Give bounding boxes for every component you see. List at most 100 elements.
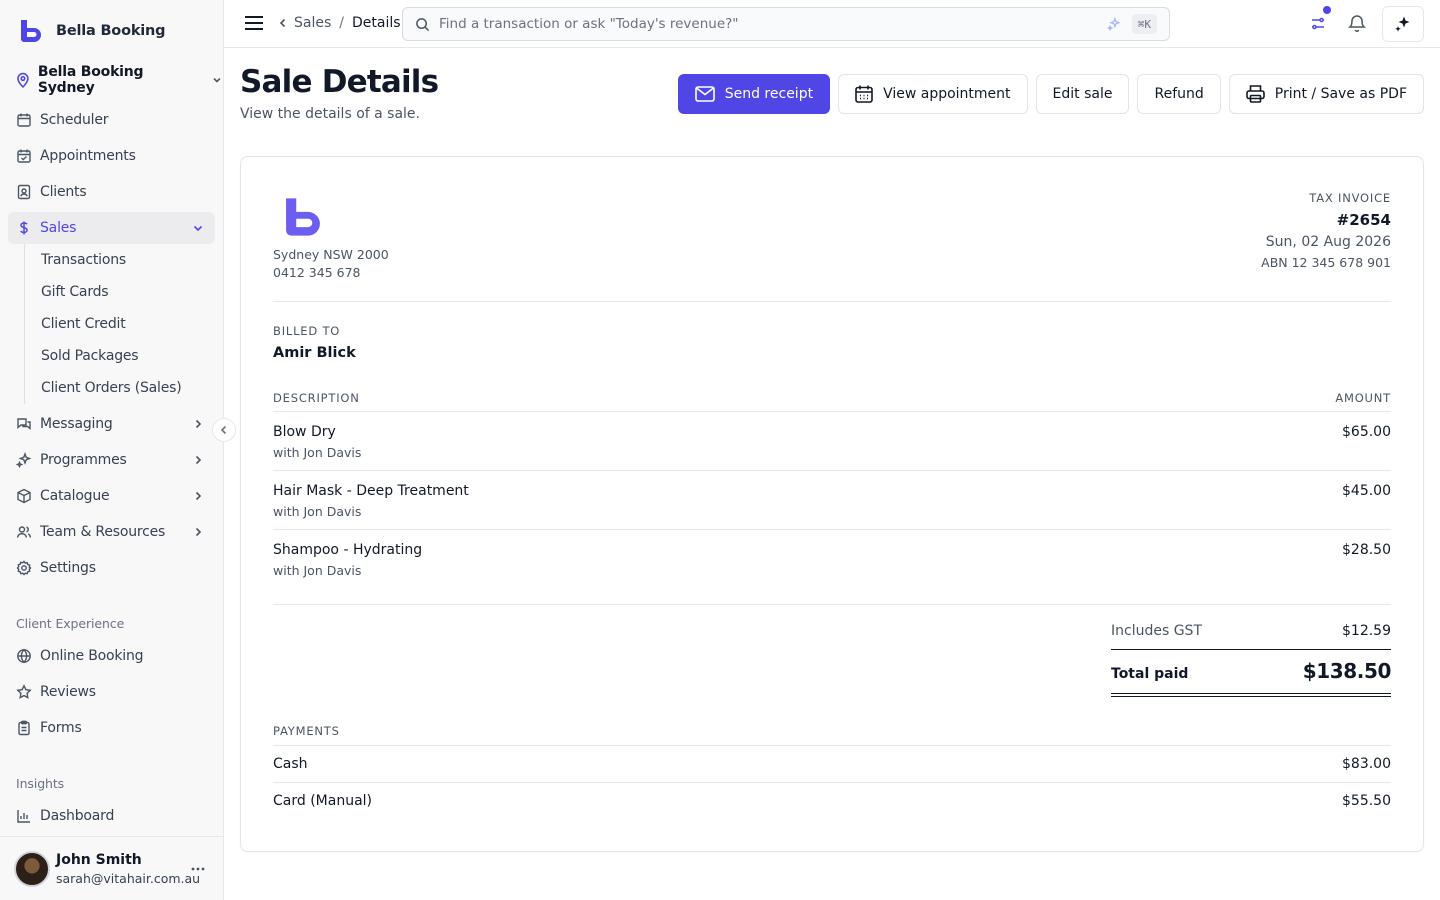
sidebar-item-appointments[interactable]: Appointments (8, 140, 215, 172)
user-name: John Smith (56, 852, 142, 868)
sales-sub-sold-packages[interactable]: Sold Packages (25, 340, 215, 372)
sidebar-item-reviews[interactable]: Reviews (8, 676, 215, 708)
refund-button[interactable]: Refund (1137, 74, 1221, 114)
divider (273, 301, 1391, 302)
payment-method: Cash (273, 756, 308, 772)
sidebar-item-label: Messaging (40, 416, 113, 432)
brand-logo-icon (21, 20, 41, 42)
search-bar[interactable]: ⌘K (402, 7, 1170, 41)
business-logo-icon (286, 198, 320, 236)
gear-icon (16, 560, 32, 576)
divider (273, 604, 1391, 605)
main-nav: Scheduler Appointments Clients Sales (8, 104, 215, 244)
user-email: sarah@vitahair.com.au (56, 871, 201, 886)
sidebar-item-team-resources[interactable]: Team & Resources (8, 516, 215, 548)
location-selector[interactable]: Bella Booking Sydney (16, 64, 223, 96)
send-receipt-button[interactable]: Send receipt (677, 74, 831, 114)
notifications-button[interactable] (1348, 13, 1366, 33)
breadcrumb-sales-link[interactable]: Sales (278, 15, 331, 31)
chevron-left-icon (279, 18, 286, 28)
sidebar-item-catalogue[interactable]: Catalogue (8, 480, 215, 512)
sidebar-item-label: Scheduler (40, 112, 109, 128)
line-item-amount: $65.00 (1342, 424, 1391, 440)
invoice-date: Sun, 02 Aug 2026 (1265, 234, 1391, 250)
location-name: Bella Booking Sydney (37, 64, 144, 96)
line-item: Shampoo - Hydrating with Jon Davis $28.5… (273, 529, 1391, 588)
view-appointment-label: View appointment (883, 86, 1011, 102)
bar-chart-icon (17, 810, 30, 823)
sidebar-item-dashboard[interactable]: Dashboard (8, 800, 215, 832)
sidebar-collapse-button[interactable] (212, 418, 236, 442)
sparkles-icon (1395, 16, 1410, 32)
refund-label: Refund (1154, 86, 1204, 102)
menu-icon[interactable] (244, 13, 264, 33)
bell-icon (1348, 15, 1366, 32)
globe-icon (17, 648, 31, 664)
insights-nav: Dashboard (8, 800, 215, 832)
chevron-down-icon (193, 225, 203, 232)
clipboard-icon (18, 720, 30, 736)
calendar-icon (855, 85, 873, 103)
print-save-pdf-button[interactable]: Print / Save as PDF (1228, 74, 1424, 114)
chevron-right-icon (195, 455, 202, 465)
billed-to-name: Amir Blick (273, 345, 356, 361)
gst-value: $12.59 (1342, 623, 1391, 639)
sales-sub-gift-cards[interactable]: Gift Cards (25, 276, 215, 308)
section-label-client-experience: Client Experience (16, 616, 125, 631)
chevron-right-icon (195, 419, 202, 429)
sidebar-item-scheduler[interactable]: Scheduler (8, 104, 215, 136)
billed-to-label: BILLED TO (273, 324, 341, 338)
filters-button[interactable] (1310, 6, 1331, 34)
line-item-description: Blow Dry (273, 424, 336, 440)
brand[interactable]: Bella Booking (18, 18, 166, 44)
section-label-insights: Insights (16, 776, 65, 791)
sidebar-item-label: Online Booking (40, 648, 144, 664)
gst-label: Includes GST (1111, 623, 1202, 639)
total-rule (1111, 649, 1391, 650)
calendar-check-icon (17, 149, 31, 163)
view-appointment-button[interactable]: View appointment (838, 74, 1028, 114)
edit-sale-button[interactable]: Edit sale (1035, 74, 1130, 114)
payment-method: Card (Manual) (273, 793, 372, 809)
chevron-right-icon (195, 491, 202, 501)
line-item: Hair Mask - Deep Treatment with Jon Davi… (273, 470, 1391, 529)
payment-row: Card (Manual) $55.50 (273, 782, 1391, 819)
sales-sub-transactions[interactable]: Transactions (25, 244, 215, 276)
notification-dot (1323, 6, 1331, 14)
box-icon (17, 488, 31, 504)
payment-amount: $83.00 (1342, 756, 1391, 772)
page-title: Sale Details (240, 64, 439, 100)
sales-sub-client-credit[interactable]: Client Credit (25, 308, 215, 340)
sales-sub-client-orders[interactable]: Client Orders (Sales) (25, 372, 215, 404)
sidebar-item-forms[interactable]: Forms (8, 712, 215, 744)
breadcrumb-parent: Sales (294, 15, 332, 31)
total-double-rule (1111, 696, 1391, 697)
sidebar-item-label: Reviews (40, 684, 96, 700)
sidebar-item-programmes[interactable]: Programmes (8, 444, 215, 476)
sidebar-item-label: Clients (40, 184, 87, 200)
shortcut-hint: ⌘K (1131, 14, 1157, 34)
sidebar-item-sales[interactable]: Sales (8, 212, 215, 244)
send-receipt-label: Send receipt (724, 86, 814, 102)
user-profile[interactable]: John Smith sarah@vitahair.com.au (0, 836, 223, 900)
main-nav-lower: Messaging Programmes Catalogue Team & Re… (8, 408, 215, 584)
description-header: DESCRIPTION (273, 391, 360, 405)
payment-amount: $55.50 (1342, 793, 1391, 809)
map-pin-icon (17, 72, 29, 88)
ai-assistant-button[interactable] (1382, 6, 1424, 42)
sidebar-item-clients[interactable]: Clients (8, 176, 215, 208)
sidebar-item-online-booking[interactable]: Online Booking (8, 640, 215, 672)
line-item-staff: with Jon Davis (273, 504, 362, 519)
line-item-description: Hair Mask - Deep Treatment (273, 483, 469, 499)
star-icon (16, 684, 32, 699)
line-item: Blow Dry with Jon Davis $65.00 (273, 411, 1391, 470)
amount-header: AMOUNT (1335, 391, 1391, 405)
more-horizontal-icon[interactable] (190, 861, 206, 877)
print-label: Print / Save as PDF (1274, 86, 1407, 102)
page-subtitle: View the details of a sale. (240, 106, 420, 122)
sidebar-item-settings[interactable]: Settings (8, 552, 215, 584)
users-icon (16, 526, 32, 538)
sidebar-item-messaging[interactable]: Messaging (8, 408, 215, 440)
search-input[interactable] (439, 16, 1079, 32)
business-address: Sydney NSW 2000 (273, 247, 389, 262)
